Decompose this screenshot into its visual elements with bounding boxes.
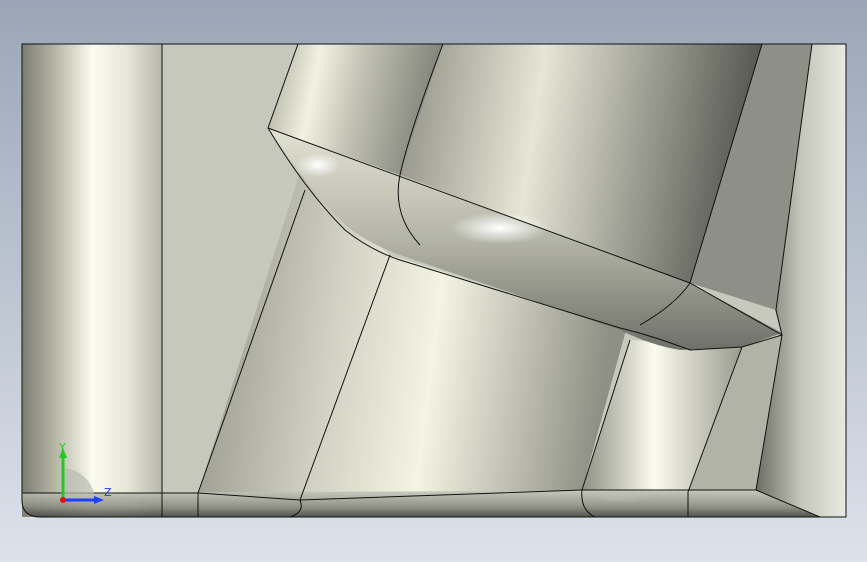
specular-highlight (296, 153, 340, 177)
left-vertical-cylinder (22, 44, 162, 517)
cad-viewport[interactable]: Y Z (0, 0, 867, 562)
z-axis-label: Z (104, 486, 112, 499)
y-axis-label: Y (58, 441, 66, 454)
specular-highlight (450, 212, 550, 244)
model-view[interactable]: Y Z (0, 0, 867, 562)
triad-origin (60, 497, 66, 503)
bottom-fillet (22, 490, 820, 517)
